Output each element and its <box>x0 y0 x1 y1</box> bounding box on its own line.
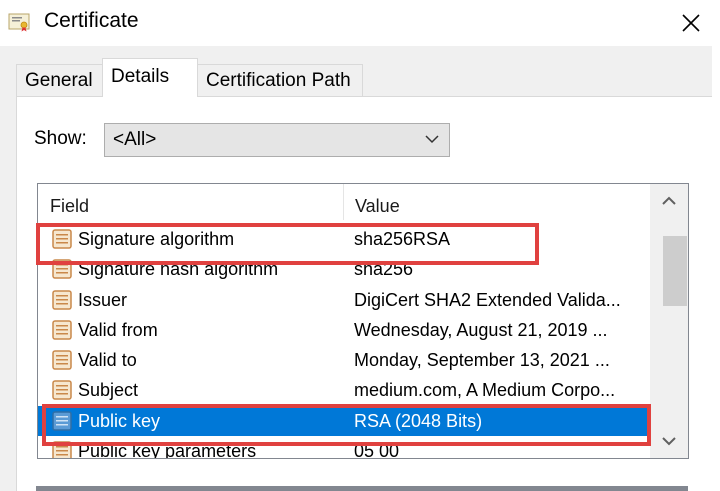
edit-area-border <box>36 486 688 491</box>
row-field: Public key <box>78 410 161 431</box>
list-item[interactable]: Valid from Wednesday, August 21, 2019 ..… <box>38 315 650 345</box>
title-bar: Certificate <box>0 0 720 46</box>
column-divider[interactable] <box>343 184 344 220</box>
row-field: Signature hash algorithm <box>78 259 279 280</box>
row-field: Public key parameters <box>78 441 257 459</box>
close-button[interactable] <box>666 4 716 42</box>
chevron-down-icon <box>662 437 676 446</box>
fields-listbox[interactable]: Field Value Signature algorithm sha256RS… <box>37 183 689 459</box>
row-value: Monday, September 13, 2021 ... <box>354 350 610 371</box>
chevron-down-icon <box>425 135 439 144</box>
field-icon <box>52 411 72 431</box>
list-item[interactable]: Issuer DigiCert SHA2 Extended Valida... <box>38 285 650 315</box>
field-icon <box>52 380 72 401</box>
row-value: sha256 <box>354 259 414 280</box>
list-rows: Signature algorithm sha256RSA Signature … <box>38 224 650 459</box>
details-panel: Show: <All> Field Value Signature algori… <box>16 96 712 491</box>
field-icon <box>52 259 72 280</box>
row-field: Subject <box>78 380 139 401</box>
field-icon <box>52 350 72 370</box>
list-item[interactable]: Signature hash algorithm sha256 <box>38 254 650 284</box>
show-selected-value: <All> <box>113 129 157 150</box>
certificate-icon <box>8 13 30 32</box>
vertical-scrollbar[interactable] <box>650 184 688 458</box>
row-field: Valid from <box>78 319 158 340</box>
row-value: 05 00 <box>354 441 400 459</box>
row-value: medium.com, A Medium Corpo... <box>354 380 616 401</box>
window-frame <box>712 46 720 491</box>
list-item[interactable]: Subject medium.com, A Medium Corpo... <box>38 375 650 405</box>
field-icon <box>52 320 72 340</box>
row-value: Wednesday, August 21, 2019 ... <box>354 319 608 340</box>
list-item[interactable]: Public key parameters 05 00 <box>38 436 650 459</box>
list-item-selected[interactable]: Public key RSA (2048 Bits) <box>38 405 650 437</box>
row-field: Issuer <box>78 289 128 310</box>
window-title: Certificate <box>44 9 139 32</box>
row-value: RSA (2048 Bits) <box>354 410 483 431</box>
scroll-up-button[interactable] <box>650 184 688 218</box>
column-header-field[interactable]: Field <box>50 196 89 217</box>
close-icon <box>682 14 700 32</box>
field-icon <box>52 229 72 249</box>
row-field: Valid to <box>78 350 137 371</box>
field-icon <box>52 441 72 458</box>
list-item[interactable]: Valid to Monday, September 13, 2021 ... <box>38 345 650 375</box>
row-value: sha256RSA <box>354 229 451 249</box>
scroll-thumb[interactable] <box>663 236 687 306</box>
chevron-up-icon <box>662 196 676 205</box>
show-label: Show: <box>34 128 87 149</box>
list-header: Field Value <box>38 184 666 224</box>
row-value: DigiCert SHA2 Extended Valida... <box>354 289 621 310</box>
column-header-value[interactable]: Value <box>355 196 400 217</box>
scroll-down-button[interactable] <box>650 424 688 458</box>
row-field: Signature algorithm <box>78 229 235 249</box>
show-dropdown[interactable]: <All> <box>104 123 450 157</box>
tab-certification-path[interactable]: Certification Path <box>197 64 363 96</box>
field-icon <box>52 289 72 310</box>
tab-general[interactable]: General <box>16 64 103 96</box>
tab-details[interactable]: Details <box>102 58 198 97</box>
list-item[interactable]: Signature algorithm sha256RSA <box>38 224 650 254</box>
